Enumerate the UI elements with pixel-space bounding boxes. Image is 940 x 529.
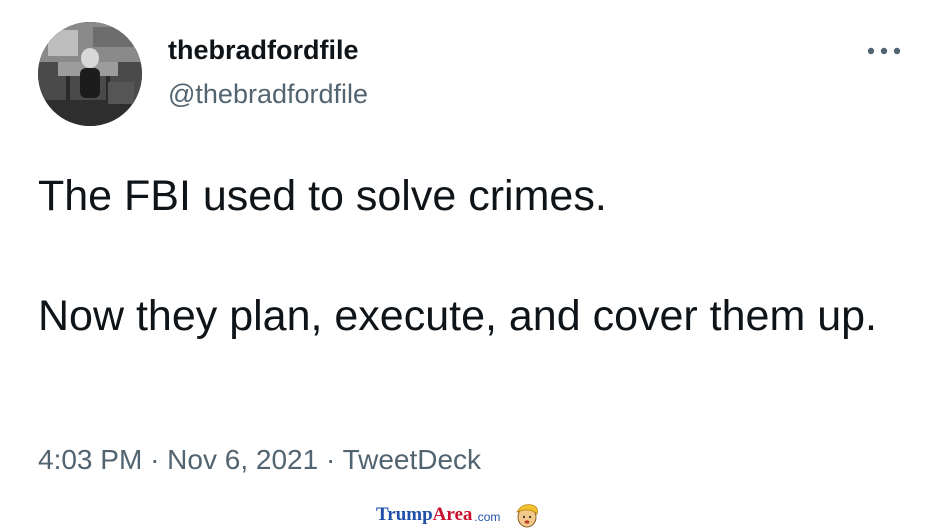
avatar-photo: [38, 22, 142, 126]
display-name[interactable]: thebradfordfile: [168, 32, 359, 68]
watermark-trump: Trump: [376, 504, 433, 525]
more-horizontal-icon: [867, 47, 901, 55]
tweet-time[interactable]: 4:03 PM: [38, 444, 142, 475]
meta-separator: ·: [325, 444, 336, 475]
tweet-meta: 4:03 PM · Nov 6, 2021 · TweetDeck: [38, 440, 481, 480]
more-options-button[interactable]: [862, 36, 906, 66]
meta-separator: ·: [150, 444, 160, 475]
tweet-source[interactable]: TweetDeck: [343, 444, 482, 475]
watermark: Trump Area .com: [376, 502, 540, 528]
user-handle[interactable]: @thebradfordfile: [168, 76, 368, 112]
tweet-text-line-2: Now they plan, execute, and cover them u…: [38, 292, 877, 340]
tweet-text: The FBI used to solve crimes. Now they p…: [38, 166, 898, 346]
tweet-text-line-1: The FBI used to solve crimes.: [38, 172, 607, 220]
watermark-com: .com: [474, 510, 501, 524]
tweet-date[interactable]: Nov 6, 2021: [167, 444, 318, 475]
watermark-area: Area: [432, 504, 473, 525]
tweet-card: thebradfordfile @thebradfordfile The FBI…: [0, 0, 940, 529]
avatar[interactable]: [38, 22, 142, 126]
watermark-face-icon: [516, 504, 539, 528]
